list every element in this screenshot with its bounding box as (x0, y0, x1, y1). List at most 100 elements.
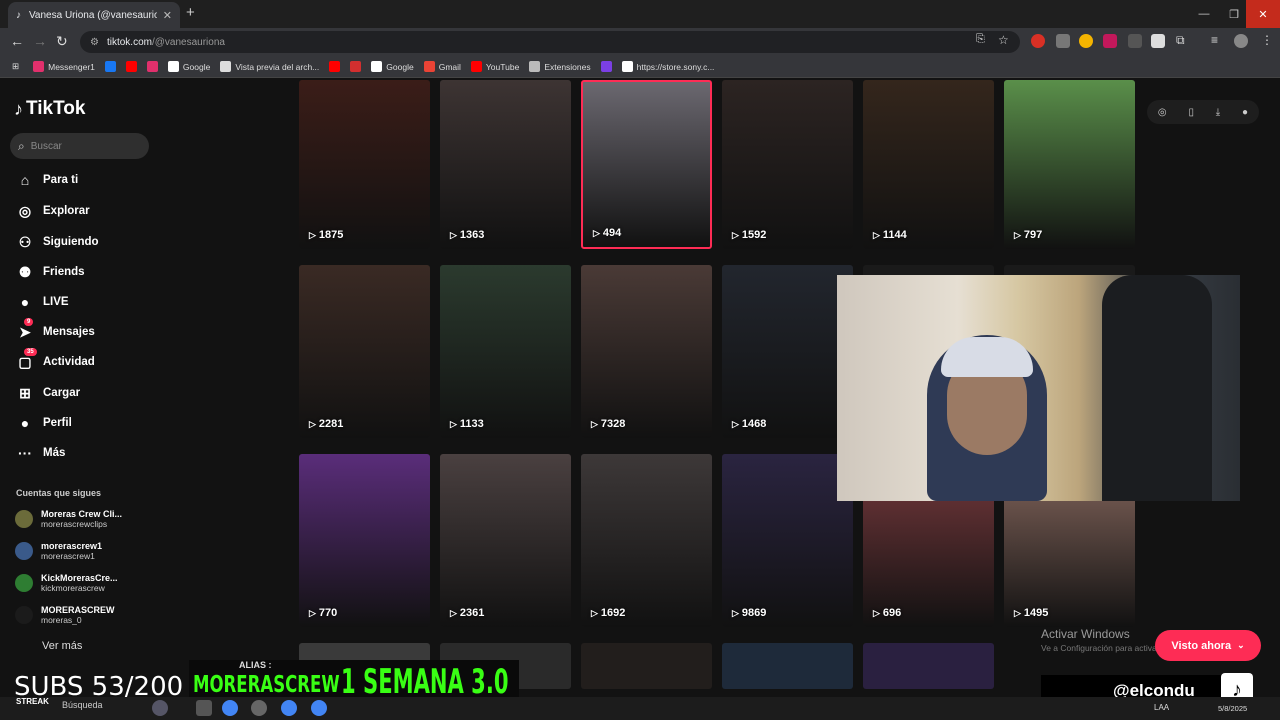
bookmark-item[interactable]: Vista previa del arch... (220, 61, 319, 72)
video-tile[interactable]: ▷ 9869 (722, 454, 853, 627)
followed-account[interactable]: KickMorerasCre... kickmorerascrew (15, 569, 118, 597)
forward-icon[interactable]: → (33, 33, 47, 49)
language-indicator[interactable]: LAA (1154, 703, 1169, 712)
minimize-icon[interactable]: — (1187, 0, 1221, 28)
compass-icon[interactable]: ◎ (1158, 107, 1167, 118)
bookmark-star-icon[interactable]: ☆ (998, 33, 1009, 47)
sidebar-item-profile[interactable]: ● Perfil (16, 413, 72, 433)
video-tile[interactable]: ▷ 797 (1004, 80, 1135, 249)
chrome-taskbar-icon[interactable] (311, 700, 327, 716)
reload-icon[interactable]: ↻ (56, 33, 68, 50)
extension-icon[interactable] (1103, 34, 1117, 48)
phone-icon[interactable]: ▯ (1188, 107, 1194, 118)
visto-ahora-button[interactable]: Visto ahora ⌄ (1155, 630, 1261, 661)
download-icon[interactable]: ⤓ (1216, 107, 1220, 118)
tab-close-icon[interactable]: ✕ (163, 9, 172, 22)
sidebar-item-friends[interactable]: ⚉ Friends (16, 262, 85, 282)
sidebar-item-home[interactable]: ⌂ Para ti (16, 170, 78, 190)
chrome-taskbar-icon[interactable] (281, 700, 297, 716)
site-info-icon[interactable]: ⚙ (90, 37, 99, 48)
bookmark-item[interactable] (125, 61, 141, 72)
bookmark-label: Vista previa del arch... (235, 61, 320, 72)
sidebar-item-more[interactable]: ··· Más (16, 443, 65, 463)
media-icon[interactable]: ≡ (1211, 33, 1218, 47)
extension-icon[interactable] (1151, 34, 1165, 48)
view-count: ▷ 7328 (591, 418, 625, 430)
video-tile[interactable]: ▷ 1133 (440, 265, 571, 438)
video-tile[interactable]: ▷ 2281 (299, 265, 430, 438)
bookmark-item[interactable] (350, 61, 365, 72)
user-avatar-icon[interactable]: ● (1242, 107, 1248, 118)
sidebar-item-following[interactable]: ⚇ Siguiendo (16, 232, 99, 252)
upload-icon: ⊞ (19, 384, 31, 401)
sidebar-item-live[interactable]: ● LIVE (16, 292, 69, 312)
video-tile[interactable] (722, 643, 853, 689)
taskbar-app-icon[interactable] (152, 700, 168, 716)
taskbar-date[interactable]: 5/8/2025 (1218, 704, 1247, 713)
tiktok-logo[interactable]: ♪ TikTok (14, 98, 85, 120)
apps-grid-icon[interactable]: ⊞ (12, 61, 19, 72)
video-tile[interactable]: ▷ 494 (581, 80, 712, 249)
video-tile[interactable]: ▷ 1592 (722, 80, 853, 249)
video-tile[interactable] (581, 643, 712, 689)
window-close-icon[interactable]: ✕ (1246, 0, 1280, 28)
extensions-puzzle-icon[interactable]: ⧉ (1176, 33, 1185, 48)
profile-avatar-icon[interactable] (1234, 34, 1248, 48)
url-path: /@vanesauriona (151, 36, 225, 48)
taskbar-app-icon[interactable] (196, 700, 212, 716)
view-count-value: 9869 (741, 607, 767, 619)
bookmark-item[interactable]: YouTube (470, 61, 519, 72)
view-count-value: 770 (318, 607, 338, 619)
see-more-link[interactable]: Ver más (42, 640, 82, 652)
extension-icon[interactable] (1128, 34, 1142, 48)
video-tile[interactable]: ▷ 1692 (581, 454, 712, 627)
taskbar-app-icon[interactable] (251, 700, 267, 716)
view-count-value: 2281 (318, 418, 344, 430)
new-tab-icon[interactable]: + (186, 4, 195, 21)
webcam-overlay (837, 275, 1240, 501)
back-icon[interactable]: ← (10, 33, 24, 49)
bookmark-item[interactable]: Gmail (423, 61, 461, 72)
taskbar-search[interactable]: Búsqueda (62, 700, 103, 710)
video-tile[interactable]: ▷ 1875 (299, 80, 430, 249)
video-tile[interactable]: ▷ 2361 (440, 454, 571, 627)
menu-kebab-icon[interactable]: ⋮ (1261, 33, 1273, 47)
bookmark-favicon-icon (104, 61, 116, 72)
bookmark-favicon-icon (350, 61, 362, 72)
profile-tools-bar: ◎ ▯ ⤓ ● (1147, 100, 1259, 124)
extension-icon[interactable] (1079, 34, 1093, 48)
bookmark-item[interactable]: Google (371, 61, 414, 72)
view-count-value: 1468 (741, 418, 767, 430)
bookmark-item[interactable]: Extensiones (529, 61, 591, 72)
sidebar-item-upload[interactable]: ⊞ Cargar (16, 383, 80, 403)
view-count: ▷ 770 (309, 607, 337, 619)
sidebar-item-messages[interactable]: ➤ 9 Mensajes (16, 317, 95, 342)
bookmark-item[interactable]: https://store.sony.c... (621, 61, 714, 72)
install-icon[interactable]: ⎘ (976, 33, 985, 46)
bookmark-item[interactable] (600, 61, 616, 72)
extension-icon[interactable] (1031, 34, 1045, 48)
address-bar[interactable]: ⚙ tiktok.com/@vanesauriona (80, 31, 1020, 53)
bookmark-item[interactable]: Google (167, 61, 210, 72)
video-tile[interactable]: ▷ 770 (299, 454, 430, 627)
video-tile[interactable]: ▷ 1468 (722, 265, 853, 438)
browser-tab[interactable]: ♪ Vanesa Uriona (@vanesauriona) ✕ (8, 2, 180, 28)
bookmark-item[interactable] (104, 61, 120, 72)
bookmark-item[interactable] (146, 61, 162, 72)
followed-account[interactable]: MORERASCREW moreras_0 (15, 601, 115, 629)
followed-account[interactable]: Moreras Crew Cli... morerascrewclips (15, 505, 122, 533)
bookmark-item[interactable]: Messenger1 (33, 61, 95, 72)
bookmark-item[interactable] (329, 61, 344, 72)
video-tile[interactable] (863, 643, 994, 689)
followed-account[interactable]: morerascrew1 morerascrew1 (15, 537, 102, 565)
view-count: ▷ 1875 (309, 229, 343, 241)
video-tile[interactable]: ▷ 1363 (440, 80, 571, 249)
video-tile[interactable]: ▷ 1144 (863, 80, 994, 249)
search-input[interactable]: ⌕ Buscar (10, 133, 149, 159)
sidebar-item-compass[interactable]: ◎ Explorar (16, 201, 90, 221)
bookmark-favicon-icon (146, 61, 158, 72)
chrome-taskbar-icon[interactable] (222, 700, 238, 716)
extension-icon[interactable] (1056, 34, 1070, 48)
video-tile[interactable]: ▷ 7328 (581, 265, 712, 438)
sidebar-item-activity[interactable]: ▢ 35 Actividad (16, 347, 95, 372)
